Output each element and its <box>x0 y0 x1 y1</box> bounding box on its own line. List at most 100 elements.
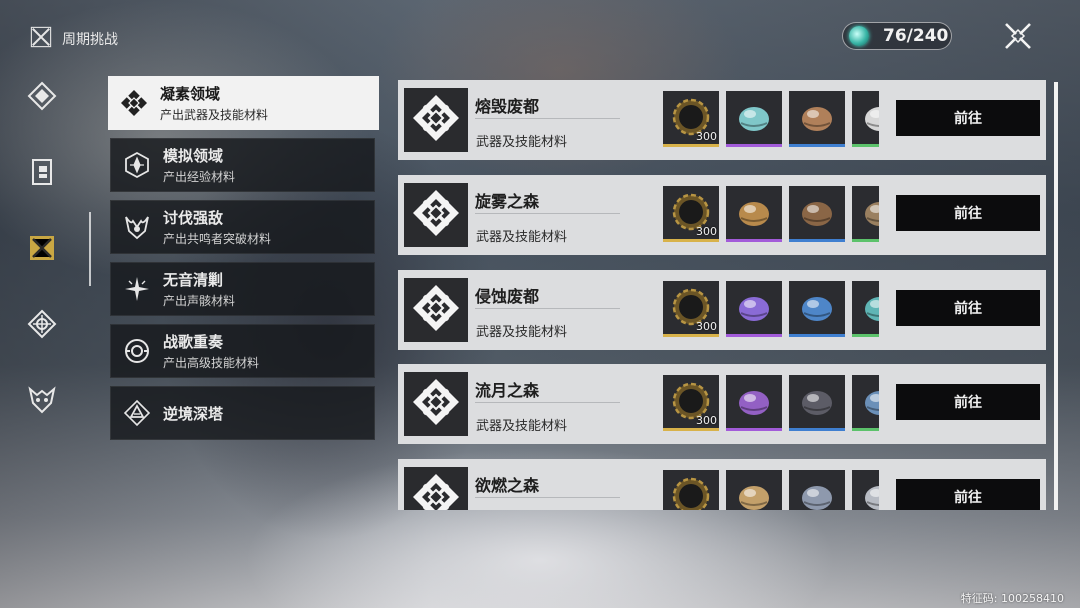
domain-row: 旋雾之森 武器及技能材料 300 前往 <box>398 175 1046 255</box>
teal-orb-icon <box>858 285 879 333</box>
domain-divider <box>475 497 620 498</box>
crossed-blades-icon <box>30 26 52 52</box>
rarity-bar <box>726 144 782 147</box>
domain-divider <box>475 213 620 214</box>
rail-item-challenge[interactable] <box>22 230 62 270</box>
domain-subtitle: 武器及技能材料 <box>476 325 568 340</box>
reward-item[interactable]: 300 <box>663 91 719 147</box>
reward-item[interactable] <box>852 470 879 510</box>
domain-thumbnail <box>404 183 468 247</box>
triangle-tower-icon <box>111 387 163 439</box>
domain-thumbnail <box>404 88 468 152</box>
reward-item[interactable] <box>789 186 845 242</box>
spiral-plain-icon <box>858 190 879 238</box>
violet-orb-icon <box>732 285 776 333</box>
rail-item-boss[interactable] <box>22 382 62 422</box>
domain-thumbnail <box>404 467 468 510</box>
category-name: 讨伐强敌 <box>163 209 224 227</box>
rail-item-records[interactable] <box>22 154 62 194</box>
reward-item[interactable]: 300 <box>663 186 719 242</box>
iridescent-shell-icon <box>732 95 776 143</box>
rarity-bar <box>663 334 719 337</box>
reward-item[interactable] <box>852 375 879 431</box>
rail-active-indicator <box>89 212 91 286</box>
go-button[interactable]: 前往 <box>896 479 1040 510</box>
domain-list[interactable]: 熔毁废都 武器及技能材料 300 前往 旋雾之森 武器及技能材料 300 前往 侵蚀废都 武器及技… <box>396 80 1048 510</box>
go-button[interactable]: 前往 <box>896 290 1040 326</box>
go-button[interactable]: 前往 <box>896 384 1040 420</box>
reward-list: 300 <box>663 375 879 431</box>
scrollbar-thumb[interactable] <box>1054 82 1058 510</box>
rarity-bar <box>726 239 782 242</box>
footer-id-code: 特征码: 100258410 <box>960 592 1064 605</box>
page-title-text: 周期挑战 <box>62 32 118 48</box>
rarity-bar <box>852 334 879 337</box>
reward-item[interactable] <box>726 91 782 147</box>
domain-name: 侵蚀废都 <box>475 287 540 306</box>
category-name: 模拟领域 <box>163 147 224 165</box>
rarity-bar <box>852 144 879 147</box>
domain-subtitle: 武器及技能材料 <box>476 419 568 434</box>
category-name: 凝素领域 <box>160 85 221 103</box>
reward-item[interactable] <box>789 375 845 431</box>
reward-quantity: 300 <box>696 225 717 238</box>
close-x-icon <box>1004 22 1032 54</box>
reward-item[interactable] <box>789 91 845 147</box>
category-item-simulation[interactable]: 模拟领域 产出经验材料 <box>110 138 375 192</box>
category-name: 无音清剿 <box>163 271 224 289</box>
reward-item[interactable] <box>726 186 782 242</box>
shell-credit-icon <box>669 474 713 510</box>
rarity-bar <box>726 334 782 337</box>
rail-item-guide[interactable] <box>22 78 62 118</box>
domain-row: 熔毁废都 武器及技能材料 300 前往 <box>398 80 1046 160</box>
reward-item[interactable] <box>726 470 782 510</box>
category-item-tower[interactable]: 逆境深塔 <box>110 386 375 440</box>
hex-star-icon <box>111 139 163 191</box>
rail-item-events[interactable] <box>22 306 62 346</box>
crossed-swords-diamond-icon <box>410 92 462 148</box>
category-subtitle: 产出声骸材料 <box>163 294 236 308</box>
rarity-bar <box>789 334 845 337</box>
horned-crest-icon <box>111 201 163 253</box>
category-item-forgery[interactable]: 凝素领域 产出武器及技能材料 <box>108 76 379 130</box>
reward-item[interactable] <box>789 281 845 337</box>
category-item-silent-purge[interactable]: 无音清剿 产出声骸材料 <box>110 262 375 316</box>
list-scrollbar[interactable] <box>1054 82 1058 510</box>
white-shell-icon <box>858 95 879 143</box>
go-button[interactable]: 前往 <box>896 100 1040 136</box>
reward-item[interactable] <box>663 470 719 510</box>
reward-quantity: 300 <box>696 320 717 333</box>
domain-divider <box>475 402 620 403</box>
crossed-swords-diamond-icon <box>410 282 462 338</box>
category-item-war-song[interactable]: 战歌重奏 产出高级技能材料 <box>110 324 375 378</box>
reward-item[interactable] <box>852 186 879 242</box>
reward-quantity: 300 <box>696 414 717 427</box>
category-item-bosses[interactable]: 讨伐强敌 产出共鸣者突破材料 <box>110 200 375 254</box>
close-button[interactable] <box>1002 22 1034 54</box>
currency-counter[interactable]: 76/240 <box>842 22 952 50</box>
rarity-bar <box>852 239 879 242</box>
ring-emblem-icon <box>111 325 163 377</box>
reward-item[interactable] <box>726 281 782 337</box>
rarity-bar <box>789 239 845 242</box>
copper-shell-icon <box>795 95 839 143</box>
currency-value: 76/240 <box>883 26 949 46</box>
waveplate-orb-icon <box>849 26 869 46</box>
reward-item[interactable] <box>852 281 879 337</box>
go-button[interactable]: 前往 <box>896 195 1040 231</box>
reward-item[interactable] <box>852 91 879 147</box>
category-name: 逆境深塔 <box>163 404 224 423</box>
rarity-bar <box>663 144 719 147</box>
reward-item[interactable] <box>789 470 845 510</box>
crossed-blades-icon <box>27 233 57 267</box>
domain-thumbnail <box>404 278 468 342</box>
category-subtitle: 产出武器及技能材料 <box>160 108 269 122</box>
reward-item[interactable] <box>726 375 782 431</box>
reward-item[interactable]: 300 <box>663 375 719 431</box>
amber-crystal-icon <box>732 474 776 510</box>
reward-item[interactable]: 300 <box>663 281 719 337</box>
demon-mask-icon <box>27 385 57 419</box>
page-title: 周期挑战 <box>30 26 118 52</box>
rarity-bar <box>663 239 719 242</box>
domain-name: 欲燃之森 <box>475 476 540 495</box>
